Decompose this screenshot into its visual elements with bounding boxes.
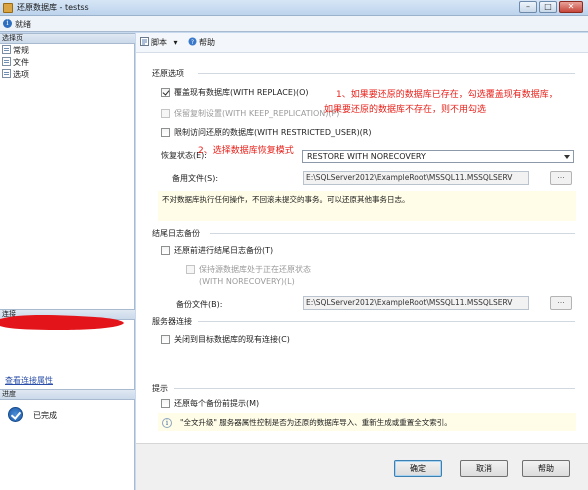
script-button[interactable]: 脚本 ▾ — [140, 37, 178, 49]
restrict-access-checkbox-row[interactable]: 限制访问还原的数据库(WITH RESTRICTED_USER)(R) — [161, 127, 372, 138]
progress-header: 进度 — [0, 389, 135, 400]
completed-check-icon — [8, 407, 23, 422]
prompt-checkbox-row[interactable]: 还原每个备份前提示(M) — [161, 398, 259, 409]
standby-file-field[interactable]: E:\SQLServer2012\ExampleRoot\MSSQL11.MSS… — [303, 171, 529, 185]
divider — [174, 388, 575, 389]
leave-norecovery-label-line1: 保持源数据库处于正在还原状态 — [199, 265, 311, 274]
backup-file-label: 备份文件(B): — [176, 300, 223, 309]
script-label: 脚本 — [151, 38, 167, 47]
page-label: 选项 — [13, 70, 29, 79]
backup-file-field[interactable]: E:\SQLServer2012\ExampleRoot\MSSQL11.MSS… — [303, 296, 529, 310]
help-label: 帮助 — [199, 38, 215, 47]
leave-norecovery-checkbox-row: 保持源数据库处于正在还原状态 — [186, 264, 311, 275]
keep-replication-label: 保留复制设置(WITH KEEP_REPLICATION)(P) — [174, 109, 340, 118]
script-icon — [140, 37, 149, 46]
fulltext-info-box: i "全文升级" 服务器属性控制是否为还原的数据库导入、重新生成或重置全文索引。 — [158, 413, 576, 431]
recovery-state-dropdown[interactable]: RESTORE WITH NORECOVERY — [302, 150, 574, 163]
select-page-header: 选择页 — [0, 33, 135, 44]
info-icon: i — [162, 418, 172, 428]
page-icon — [2, 45, 11, 54]
annotation-note2: 2、选择数据库恢复模式 — [198, 146, 294, 156]
close-connections-checkbox-row[interactable]: 关闭到目标数据库的现有连接(C) — [161, 334, 290, 345]
chevron-down-icon[interactable]: ▾ — [174, 38, 178, 47]
cancel-button[interactable]: 取消 — [460, 460, 508, 477]
page-label: 文件 — [13, 58, 29, 67]
toolbar: 脚本 ▾ ? 帮助 — [136, 33, 588, 53]
close-connections-label: 关闭到目标数据库的现有连接(C) — [174, 335, 290, 344]
leave-norecovery-label-line2: (WITH NORECOVERY)(L) — [199, 277, 295, 286]
recovery-info-box: 不对数据库执行任何操作，不回滚未提交的事务。可以还原其他事务日志。 — [158, 191, 576, 221]
options-page: 脚本 ▾ ? 帮助 还原选项 覆盖现有数据库(WITH REPLACE)(O) 保… — [136, 33, 588, 490]
close-connections-checkbox[interactable] — [161, 335, 170, 344]
overwrite-label: 覆盖现有数据库(WITH REPLACE)(O) — [174, 88, 309, 97]
fulltext-info-text: "全文升级" 服务器属性控制是否为还原的数据库导入、重新生成或重置全文索引。 — [180, 418, 452, 427]
title-bar: 还原数据库 - testss – □ ✕ — [0, 0, 588, 16]
tail-log-header: 结尾日志备份 — [152, 229, 200, 238]
divider — [198, 321, 575, 322]
page-label: 常规 — [13, 46, 29, 55]
overwrite-checkbox-row[interactable]: 覆盖现有数据库(WITH REPLACE)(O) — [161, 87, 309, 98]
recovery-state-value: RESTORE WITH NORECOVERY — [307, 152, 426, 161]
server-connections-header: 服务器连接 — [152, 317, 192, 326]
leave-norecovery-checkbox — [186, 265, 195, 274]
window-title: 还原数据库 - testss — [17, 3, 89, 12]
divider — [198, 73, 575, 74]
help-button[interactable]: ? 帮助 — [188, 37, 215, 49]
close-button[interactable]: ✕ — [559, 1, 583, 13]
dialog-footer: 确定 取消 帮助 — [136, 443, 588, 490]
chevron-down-icon — [564, 155, 570, 159]
status-bar: i 就绪 — [0, 16, 588, 32]
backup-file-browse-button[interactable]: ... — [550, 296, 572, 310]
help-dialog-button[interactable]: 帮助 — [522, 460, 570, 477]
standby-file-label: 备用文件(S): — [172, 174, 219, 183]
status-text: 就绪 — [15, 20, 31, 29]
standby-file-browse-button[interactable]: ... — [550, 171, 572, 185]
recovery-info-text: 不对数据库执行任何操作，不回滚未提交的事务。可以还原其他事务日志。 — [162, 195, 410, 204]
svg-text:?: ? — [191, 39, 194, 46]
info-icon: i — [3, 19, 12, 28]
tail-log-backup-label: 还原前进行结尾日志备份(T) — [174, 246, 274, 255]
restore-options-header: 还原选项 — [152, 69, 184, 78]
restrict-access-checkbox[interactable] — [161, 128, 170, 137]
left-pane: 选择页 常规 文件 选项 连接 查看连接属性 进度 已完成 — [0, 33, 135, 490]
view-connection-properties-link[interactable]: 查看连接属性 — [5, 375, 53, 386]
database-icon — [3, 3, 13, 13]
overwrite-checkbox[interactable] — [161, 88, 170, 97]
restrict-access-label: 限制访问还原的数据库(WITH RESTRICTED_USER)(R) — [174, 128, 372, 137]
tail-log-checkbox-row[interactable]: 还原前进行结尾日志备份(T) — [161, 245, 273, 256]
annotation-note1-line2: 如果要还原的数据库不存在，则不用勾选 — [324, 105, 487, 115]
page-item-files[interactable]: 文件 — [2, 57, 29, 69]
redaction-scribble — [0, 315, 124, 330]
keep-replication-checkbox — [161, 109, 170, 118]
help-icon: ? — [188, 37, 197, 46]
page-item-options[interactable]: 选项 — [2, 69, 29, 81]
tail-log-backup-checkbox[interactable] — [161, 246, 170, 255]
prompt-before-each-label: 还原每个备份前提示(M) — [174, 399, 260, 408]
annotation-note1-line1: 1、如果要还原的数据库已存在，勾选覆盖现有数据库， — [336, 90, 558, 100]
progress-status: 已完成 — [33, 411, 57, 420]
page-icon — [2, 57, 11, 66]
keep-replication-checkbox-row: 保留复制设置(WITH KEEP_REPLICATION)(P) — [161, 108, 339, 119]
ok-button[interactable]: 确定 — [394, 460, 442, 477]
prompt-before-each-checkbox[interactable] — [161, 399, 170, 408]
maximize-button[interactable]: □ — [539, 1, 557, 13]
prompt-header: 提示 — [152, 384, 168, 393]
page-item-general[interactable]: 常规 — [2, 45, 29, 57]
minimize-button[interactable]: – — [519, 1, 537, 13]
page-icon — [2, 69, 11, 78]
divider — [210, 233, 575, 234]
